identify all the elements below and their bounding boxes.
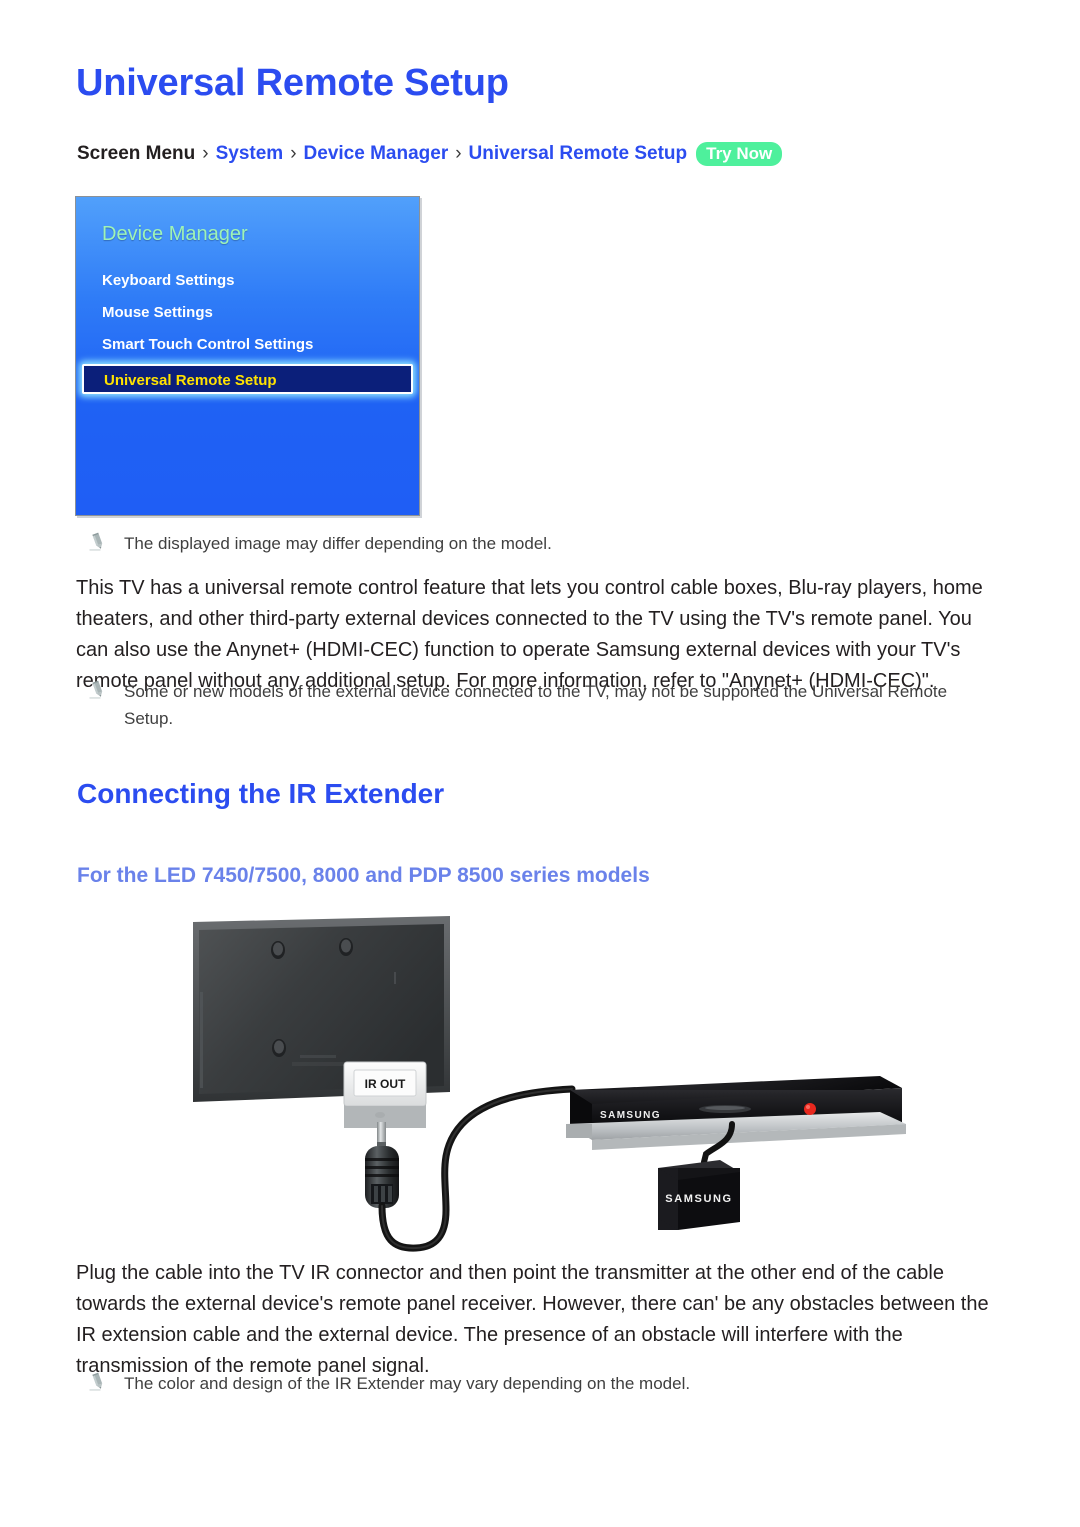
power-led-indicator xyxy=(804,1103,816,1115)
breadcrumb-separator-1: › xyxy=(202,143,209,164)
note-extender-design-text: The color and design of the IR Extender … xyxy=(124,1374,691,1393)
player-brand-label: SAMSUNG xyxy=(600,1110,661,1121)
breadcrumb-separator-2: › xyxy=(290,143,297,164)
transmitter-brand-label: SAMSUNG xyxy=(665,1193,732,1205)
note-unsupported-models-text: Some or new models of the external devic… xyxy=(124,682,948,728)
tv-menu-list: Keyboard Settings Mouse Settings Smart T… xyxy=(76,265,419,394)
ir-transmitter: SAMSUNG xyxy=(658,1160,740,1230)
ir-extender-diagram: IR OUT SAMSUNG SAMSUNG xyxy=(180,910,940,1255)
note-unsupported-models: Some or new models of the external devic… xyxy=(88,678,968,732)
document-page: Universal Remote Setup Screen Menu › Sys… xyxy=(0,0,1080,1527)
section-heading-connecting: Connecting the IR Extender xyxy=(77,778,445,809)
try-now-badge[interactable]: Try Now xyxy=(696,142,783,166)
tv-menu-screenshot: Device Manager Keyboard Settings Mouse S… xyxy=(75,196,420,516)
plug-instructions-paragraph: Plug the cable into the TV IR connector … xyxy=(76,1262,989,1377)
tv-menu-item-universal-remote-setup[interactable]: Universal Remote Setup xyxy=(82,364,413,394)
note-displayed-image: The displayed image may differ depending… xyxy=(88,530,988,557)
breadcrumb-item-device-manager[interactable]: Device Manager xyxy=(304,143,449,165)
ir-out-label: IR OUT xyxy=(365,1077,406,1091)
samsung-player: SAMSUNG xyxy=(566,1076,906,1150)
page-title: Universal Remote Setup xyxy=(76,62,509,104)
pencil-icon xyxy=(88,678,110,705)
breadcrumb-item-universal-remote-setup[interactable]: Universal Remote Setup xyxy=(469,143,688,165)
breadcrumb-item-system[interactable]: System xyxy=(216,143,284,165)
breadcrumb: Screen Menu › System › Device Manager › … xyxy=(77,142,783,166)
tv-menu-item-smart-touch-control-settings[interactable]: Smart Touch Control Settings xyxy=(76,329,419,361)
ir-out-connector: IR OUT xyxy=(343,1061,427,1128)
plug-pin xyxy=(377,1122,386,1148)
tv-menu-title: Device Manager xyxy=(102,223,248,245)
ir-extender-illustration: IR OUT SAMSUNG SAMSUNG xyxy=(193,916,906,1252)
pencil-icon xyxy=(88,530,110,557)
tv-menu-item-keyboard-settings[interactable]: Keyboard Settings xyxy=(76,265,419,297)
tv-menu-item-mouse-settings[interactable]: Mouse Settings xyxy=(76,297,419,329)
subsection-heading-models: For the LED 7450/7500, 8000 and PDP 8500… xyxy=(77,864,650,887)
breadcrumb-root: Screen Menu xyxy=(77,143,196,164)
note-extender-design: The color and design of the IR Extender … xyxy=(88,1370,968,1397)
note-displayed-image-text: The displayed image may differ depending… xyxy=(124,534,552,553)
breadcrumb-separator-3: › xyxy=(455,143,462,164)
pencil-icon xyxy=(88,1370,110,1397)
cable-plug xyxy=(365,1146,399,1208)
